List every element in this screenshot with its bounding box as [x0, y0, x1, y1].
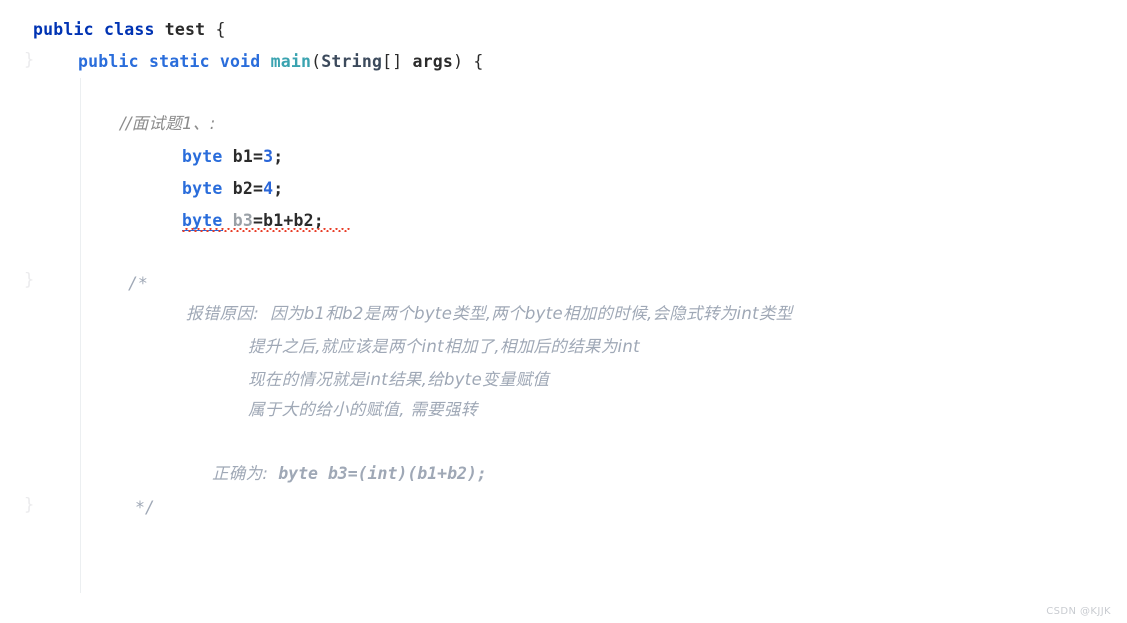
fold-marker-icon[interactable]: }: [24, 52, 38, 69]
semicolon: ;: [273, 179, 284, 198]
keyword-public: public: [78, 52, 139, 71]
assign-operator: =: [252, 147, 264, 166]
keyword-byte: byte: [182, 147, 223, 166]
block-comment-open[interactable]: /*: [128, 273, 148, 295]
literal-3: 3: [263, 147, 274, 166]
csdn-watermark: CSDN @KJJK: [1046, 606, 1111, 617]
code-line-class-declaration[interactable]: public class test {: [33, 19, 226, 41]
solution-label: 正确为:: [212, 464, 269, 483]
block-comment-text: 提升之后,就应该是两个int相加了,相加后的结果为int: [248, 337, 640, 356]
open-paren: (: [311, 52, 322, 71]
code-editor-canvas[interactable]: } } } public class test { public static …: [0, 0, 1127, 623]
line-comment-interview-question[interactable]: //面试题1、:: [120, 113, 216, 135]
block-comment-close[interactable]: */: [135, 497, 155, 519]
variable-b1: b1: [232, 147, 253, 166]
method-name-main: main: [270, 52, 312, 71]
keyword-void: void: [219, 52, 261, 71]
block-comment-line[interactable]: 现在的情况就是int结果,给byte变量赋值: [248, 369, 549, 391]
block-comment-text: 属于大的给小的赋值, 需要强转: [248, 400, 478, 419]
type-string: String: [321, 52, 383, 71]
keyword-public: public: [33, 20, 94, 39]
variable-b2: b2: [232, 179, 253, 198]
literal-4: 4: [263, 179, 274, 198]
code-line-declare-b1[interactable]: byte b1=3;: [182, 146, 283, 168]
close-paren: ): [453, 52, 464, 71]
error-squiggle-underline: [182, 228, 350, 232]
block-comment-line[interactable]: 属于大的给小的赋值, 需要强转: [248, 399, 478, 421]
open-brace: {: [473, 52, 484, 71]
keyword-class: class: [103, 20, 155, 39]
solution-code: byte b3=(int)(b1+b2);: [278, 464, 487, 483]
block-comment-line[interactable]: 报错原因: 因为b1和b2是两个byte类型,两个byte相加的时候,会隐式转为…: [186, 303, 793, 325]
array-brackets: []: [382, 52, 403, 71]
keyword-static: static: [148, 52, 210, 71]
semicolon: ;: [273, 147, 284, 166]
assign-operator: =: [252, 179, 264, 198]
block-comment-text: 因为b1和b2是两个byte类型,两个byte相加的时候,会隐式转为int类型: [270, 304, 793, 323]
fold-marker-icon[interactable]: }: [24, 497, 38, 514]
param-args: args: [412, 52, 454, 71]
block-comment-text: 现在的情况就是int结果,给byte变量赋值: [248, 370, 550, 389]
open-brace: {: [215, 20, 226, 39]
block-comment-line[interactable]: 提升之后,就应该是两个int相加了,相加后的结果为int: [248, 336, 640, 358]
block-comment-label: 报错原因:: [186, 304, 260, 323]
indent-guide-line: [80, 78, 81, 593]
class-name-test: test: [164, 20, 206, 39]
code-line-declare-b2[interactable]: byte b2=4;: [182, 178, 283, 200]
code-line-main-method[interactable]: public static void main(String[] args) {: [78, 51, 483, 73]
keyword-byte: byte: [182, 179, 223, 198]
block-comment-solution-line[interactable]: 正确为: byte b3=(int)(b1+b2);: [212, 463, 487, 485]
fold-marker-icon[interactable]: }: [24, 272, 38, 289]
